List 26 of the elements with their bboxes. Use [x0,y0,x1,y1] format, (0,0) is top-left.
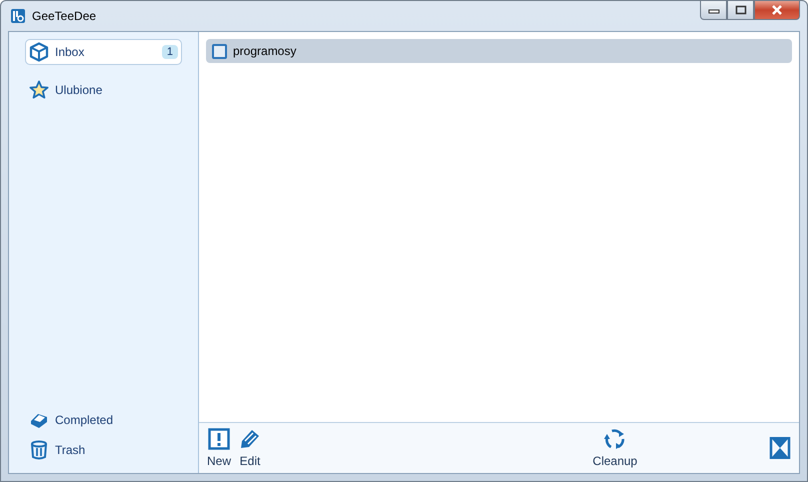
sidebar-item[interactable]: Trash [25,437,182,463]
minimize-button[interactable] [700,1,727,20]
maximize-icon [734,5,746,15]
sidebar-item[interactable]: Ulubione [25,77,182,103]
window-title: GeeTeeDee [32,9,96,23]
exclamation-icon [208,428,230,450]
close-icon [771,5,783,15]
hourglass-icon [769,437,791,459]
task-row[interactable]: programosy [206,39,792,63]
count-badge: 1 [162,45,178,59]
new-button[interactable]: New [207,428,232,468]
close-button[interactable] [754,1,800,20]
cleanup-button[interactable]: Cleanup [592,428,638,468]
pencil-icon [239,428,262,450]
sidebar-item[interactable]: Inbox 1 [25,39,182,65]
hourglass-button[interactable] [769,437,791,459]
edit-button[interactable]: Edit [239,428,262,468]
recycle-icon [604,428,626,450]
star-icon [29,80,49,100]
trash-icon [29,440,49,460]
sidebar-item[interactable]: Completed [25,407,182,433]
maximize-button[interactable] [727,1,754,20]
task-checkbox[interactable] [212,44,227,58]
app-icon [10,8,26,24]
cube-icon [29,42,49,62]
task-title: programosy [233,44,296,58]
